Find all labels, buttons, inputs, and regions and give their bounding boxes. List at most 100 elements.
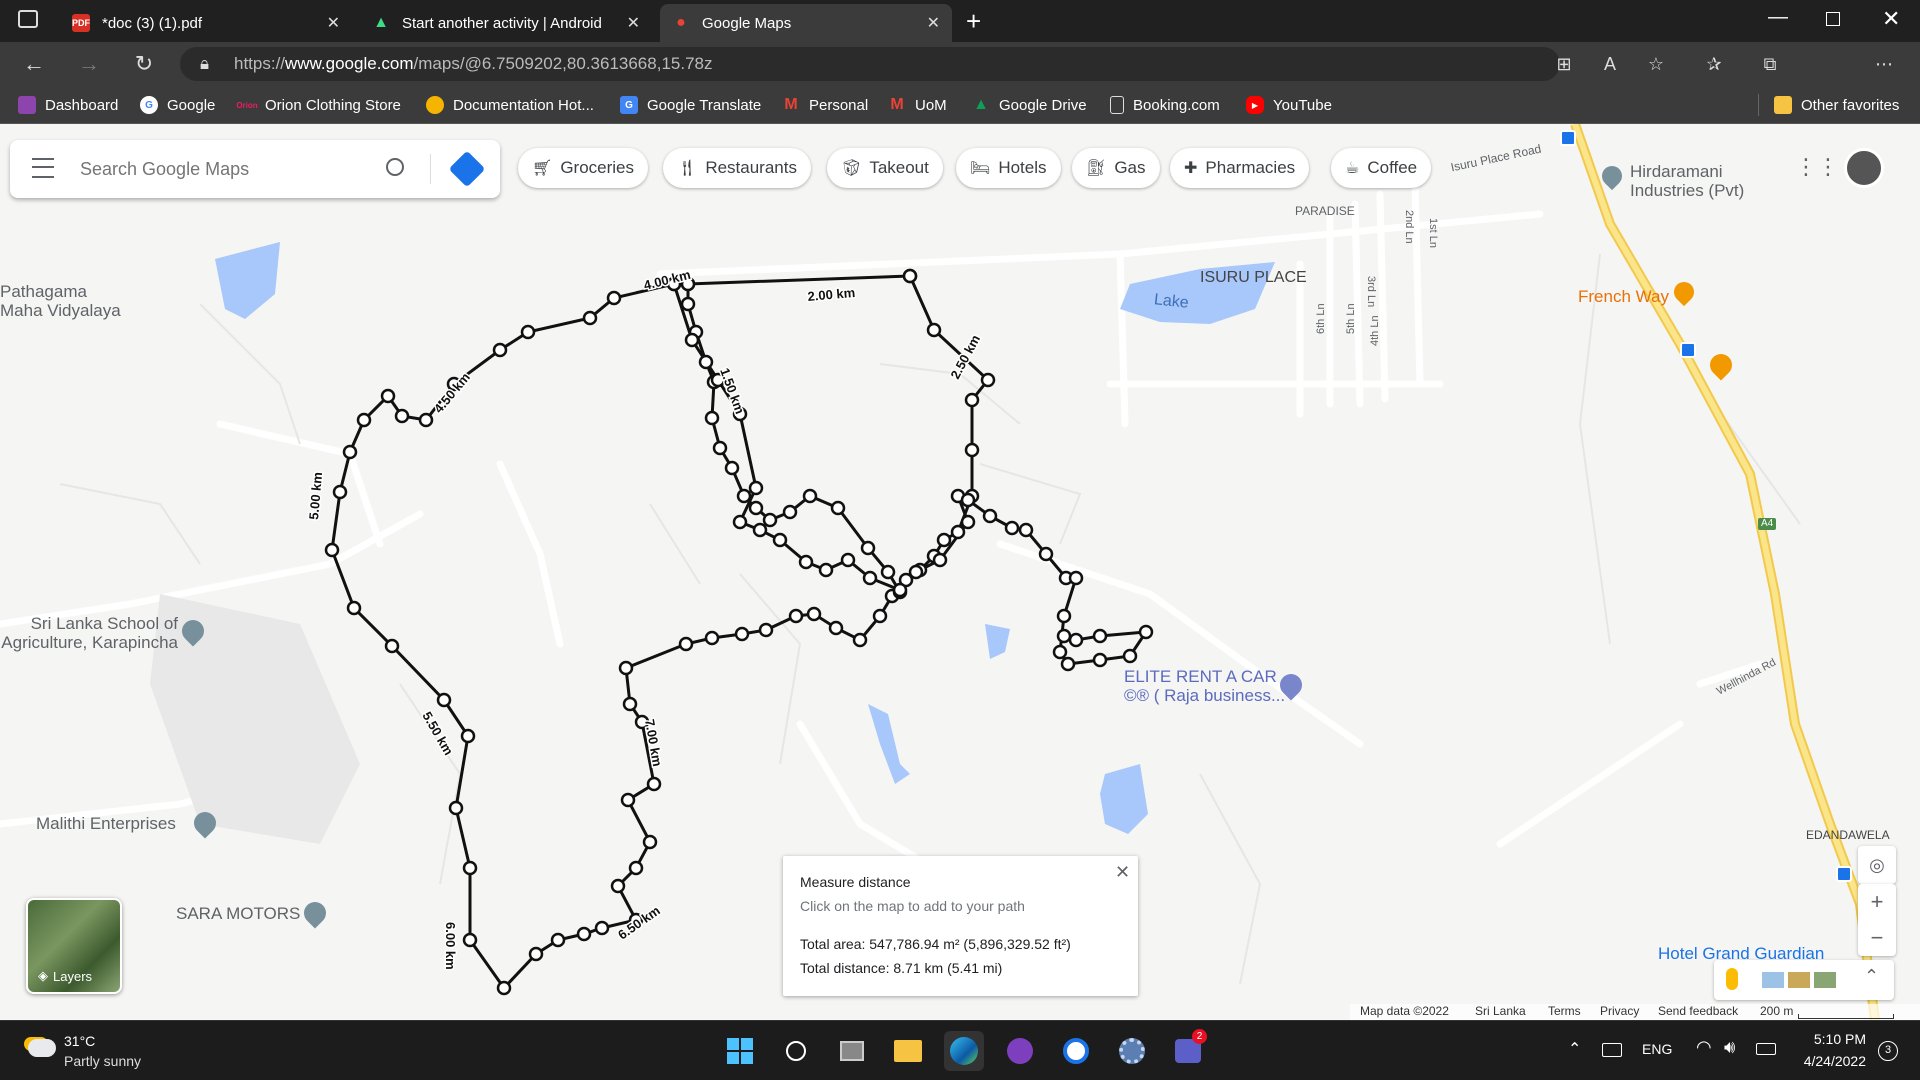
measure-point[interactable] xyxy=(712,440,728,456)
label-school[interactable]: Sri Lanka School of Agriculture, Karapinc… xyxy=(0,614,178,652)
measure-point[interactable] xyxy=(1018,522,1034,538)
chip-groceries[interactable]: 🛒︎ Groceries xyxy=(518,148,648,188)
url-field[interactable]: 🔒︎ https://www.google.com/maps/@6.750920… xyxy=(180,47,1560,81)
new-tab-icon[interactable]: + xyxy=(966,6,981,37)
measure-point[interactable] xyxy=(356,412,372,428)
measure-point[interactable] xyxy=(736,488,752,504)
measure-point[interactable] xyxy=(724,460,740,476)
measure-point[interactable] xyxy=(684,332,700,348)
measure-point[interactable] xyxy=(830,500,846,516)
bookmark-youtube[interactable]: ▶ YouTube xyxy=(1246,86,1332,124)
chip-pharmacies[interactable]: ✚ Pharmacies xyxy=(1170,148,1310,188)
measure-point[interactable] xyxy=(594,920,610,936)
measure-point[interactable] xyxy=(950,524,966,540)
github-icon[interactable] xyxy=(1000,1031,1040,1071)
measure-point[interactable] xyxy=(1138,624,1154,640)
pegman-icon[interactable] xyxy=(1726,968,1738,990)
measure-point[interactable] xyxy=(698,354,714,370)
measure-point[interactable] xyxy=(926,322,942,338)
measure-point[interactable] xyxy=(758,622,774,638)
menu-icon[interactable] xyxy=(32,158,54,178)
wifi-icon[interactable]: ◠ xyxy=(1696,1037,1712,1058)
measure-point[interactable] xyxy=(704,630,720,646)
measure-point[interactable] xyxy=(622,696,638,712)
label-hirdaramani[interactable]: Hirdaramani Industries (Pvt) xyxy=(1597,161,1744,200)
measure-point[interactable] xyxy=(1122,648,1138,664)
label-pathagama[interactable]: Pathagama Maha Vidyalaya xyxy=(0,282,121,320)
measure-point[interactable] xyxy=(1092,628,1108,644)
measure-point[interactable] xyxy=(462,860,478,876)
measure-point[interactable] xyxy=(620,792,636,808)
measure-point[interactable] xyxy=(1068,570,1084,586)
measure-point[interactable] xyxy=(418,412,434,428)
measure-point[interactable] xyxy=(342,444,358,460)
bookmark-google-drive[interactable]: ▲ Google Drive xyxy=(972,86,1086,124)
chip-coffee[interactable]: ☕︎ Coffee xyxy=(1331,148,1432,188)
measure-point[interactable] xyxy=(762,512,778,528)
measure-point[interactable] xyxy=(582,310,598,326)
measure-point[interactable] xyxy=(852,632,868,648)
measure-point[interactable] xyxy=(460,728,476,744)
chip-takeout[interactable]: 🥡︎ Takeout xyxy=(827,148,943,188)
measure-point[interactable] xyxy=(788,608,804,624)
measure-path[interactable] xyxy=(686,284,1149,666)
tab-pdf[interactable]: PDF *doc (3) (1).pdf ✕ xyxy=(60,4,352,42)
measure-point[interactable] xyxy=(840,552,856,568)
measure-point[interactable] xyxy=(860,540,876,556)
label-french-way[interactable]: French Way xyxy=(1578,277,1698,307)
footer-terms[interactable]: Terms xyxy=(1548,1004,1581,1018)
minimize-icon[interactable]: — xyxy=(1768,6,1788,29)
map-canvas[interactable]: 4.00 km 2.00 km 1.50 km 2.50 km 4.50 km 5.00 … xyxy=(0,124,1920,1020)
label-elite-rent-a-car[interactable]: ELITE RENT A CAR ©® ( Raja business... xyxy=(1124,667,1285,705)
more-menu-icon[interactable]: ⋯ xyxy=(1870,50,1898,78)
search-icon[interactable] xyxy=(386,158,404,176)
measure-point[interactable] xyxy=(908,564,924,580)
weather-icon[interactable] xyxy=(28,1039,56,1057)
collections-icon[interactable]: ⧉ xyxy=(1756,50,1784,78)
bookmark-uom[interactable]: M UoM xyxy=(888,86,946,124)
tray-chevron-icon[interactable]: ⌃ xyxy=(1568,1039,1581,1059)
measure-point[interactable] xyxy=(1052,644,1068,660)
measure-point[interactable] xyxy=(448,800,464,816)
language-indicator[interactable]: ENG xyxy=(1642,1041,1672,1057)
teams-icon[interactable]: 2 xyxy=(1168,1029,1208,1071)
label-malithi[interactable]: Malithi Enterprises xyxy=(36,814,176,833)
measure-point[interactable] xyxy=(872,608,888,624)
close-tab-icon[interactable]: ✕ xyxy=(627,13,640,33)
measure-point[interactable] xyxy=(646,776,662,792)
measure-point[interactable] xyxy=(734,626,750,642)
measure-point[interactable] xyxy=(892,582,908,598)
bookmark-google-translate[interactable]: G Google Translate xyxy=(620,86,761,124)
bookmark-documentation[interactable]: Documentation Hot... xyxy=(426,86,594,124)
bookmark-booking[interactable]: Booking.com xyxy=(1110,86,1220,124)
keyboard-icon[interactable] xyxy=(1602,1043,1622,1057)
chip-restaurants[interactable]: 🍴︎ Restaurants xyxy=(663,148,811,188)
notification-badge[interactable]: 3 xyxy=(1878,1041,1898,1061)
measure-point[interactable] xyxy=(610,878,626,894)
chip-gas[interactable]: ⛽︎ Gas xyxy=(1072,148,1160,188)
settings-icon[interactable] xyxy=(1112,1031,1152,1071)
measure-point[interactable] xyxy=(380,388,396,404)
measure-point[interactable] xyxy=(642,834,658,850)
directions-icon[interactable] xyxy=(448,150,486,188)
measure-point[interactable] xyxy=(394,408,410,424)
close-window-icon[interactable]: ✕ xyxy=(1882,6,1900,32)
tab-google-maps[interactable]: ● Google Maps ✕ xyxy=(660,4,952,42)
measure-point[interactable] xyxy=(1056,628,1072,644)
measure-point[interactable] xyxy=(550,932,566,948)
measure-point[interactable] xyxy=(462,932,478,948)
measure-point[interactable] xyxy=(606,290,622,306)
measure-point[interactable] xyxy=(704,410,720,426)
measure-point[interactable] xyxy=(520,324,536,340)
bookmark-orion[interactable]: Orion Orion Clothing Store xyxy=(236,86,401,124)
measure-point[interactable] xyxy=(964,442,980,458)
measure-point[interactable] xyxy=(880,564,896,580)
zoom-in-button[interactable]: + xyxy=(1858,884,1896,920)
measure-point[interactable] xyxy=(1056,608,1072,624)
footer-send-feedback[interactable]: Send feedback xyxy=(1658,1004,1738,1018)
add-favorite-icon[interactable]: ☆ xyxy=(1642,50,1670,78)
measure-point[interactable] xyxy=(862,570,878,586)
close-tab-icon[interactable]: ✕ xyxy=(927,13,940,33)
bus-stop-icon[interactable] xyxy=(1680,342,1696,358)
search-taskbar-icon[interactable] xyxy=(776,1031,816,1071)
